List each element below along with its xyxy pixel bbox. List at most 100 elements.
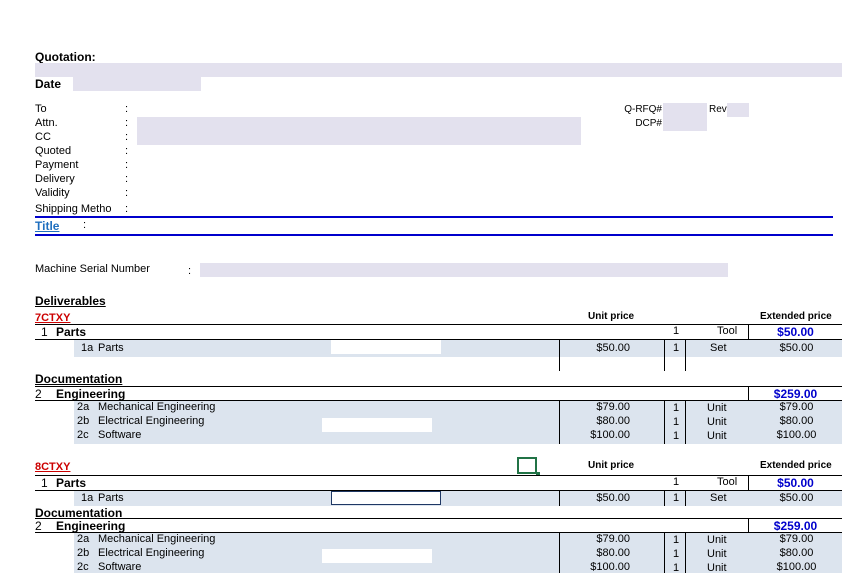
eng-item-qty: 1 — [673, 430, 680, 442]
parts-item-input[interactable] — [331, 491, 441, 505]
parts-item-price: $50.00 — [596, 342, 630, 354]
parts-item-unit: Set — [710, 342, 727, 354]
eng-item-ext: $79.00 — [779, 533, 814, 545]
eng-item-num: 2a — [77, 401, 90, 413]
eng-item-num: 2c — [77, 561, 89, 573]
eng-item-ext: $100.00 — [776, 561, 817, 573]
eng-item-price: $80.00 — [596, 547, 630, 559]
eng-item-qty: 1 — [673, 534, 680, 546]
eng-item-qty: 1 — [673, 402, 680, 414]
colon: : — [125, 145, 129, 157]
date-label: Date — [35, 77, 62, 91]
parts-item-band — [74, 340, 842, 357]
engineering-num: 2 — [35, 387, 42, 401]
quotation-field[interactable] — [35, 63, 842, 77]
eng-item-num: 2b — [77, 415, 90, 427]
parts-item-name: Parts — [98, 492, 124, 504]
eng-item-unit: Unit — [707, 402, 727, 414]
parts-qty: 1 — [673, 325, 680, 337]
rev-field[interactable] — [727, 103, 749, 117]
eng-item-num: 2b — [77, 547, 90, 559]
eng-item-price: $100.00 — [590, 561, 630, 573]
parts-num: 1 — [41, 476, 48, 490]
rev-label: Rev — [709, 104, 727, 115]
parts-item-blank — [331, 340, 441, 354]
documentation-label: Documentation — [35, 372, 123, 386]
machine-serial-label: Machine Serial Number — [35, 263, 150, 275]
title-bottom-rule — [35, 234, 833, 236]
engineering-total: $259.00 — [773, 387, 818, 401]
parts-item-qty: 1 — [673, 492, 680, 504]
parts-total: $50.00 — [777, 476, 814, 490]
unit-price-header: Unit price — [588, 460, 635, 471]
qrfq-field[interactable] — [663, 103, 707, 117]
engineering-num: 2 — [35, 519, 42, 533]
parts-num: 1 — [41, 325, 48, 339]
machine-serial-field[interactable] — [200, 263, 728, 277]
title-top-rule — [35, 216, 833, 218]
colon: : — [125, 203, 129, 215]
parts-item-ext: $50.00 — [779, 342, 814, 354]
eng-item-num: 2c — [77, 429, 89, 441]
parts-item-num: 1a — [81, 342, 94, 354]
colon: : — [125, 117, 129, 129]
eng-item-price: $100.00 — [590, 429, 630, 441]
extended-price-header: Extended price — [760, 460, 832, 471]
parts-qty: 1 — [673, 476, 680, 488]
title-colon: : — [83, 219, 87, 231]
selected-cell[interactable] — [517, 457, 537, 474]
eng-item-qty: 1 — [673, 416, 680, 428]
cc-label: CC — [35, 131, 51, 143]
dcp-label: DCP# — [635, 118, 662, 129]
parts-name: Parts — [56, 325, 87, 339]
date-field[interactable] — [73, 77, 201, 91]
eng-item-qty: 1 — [673, 562, 680, 574]
parts-item-ext: $50.00 — [779, 492, 814, 504]
unit-price-header: Unit price — [588, 311, 635, 322]
shipping-method-label: Shipping Metho — [35, 203, 112, 215]
parts-item-name: Parts — [98, 342, 124, 354]
quoted-label: Quoted — [35, 145, 72, 157]
engineering-name: Engineering — [56, 519, 126, 533]
eng-item-price: $80.00 — [596, 415, 630, 427]
eng-item-unit: Unit — [707, 534, 727, 546]
parts-unit: Tool — [717, 325, 738, 337]
parts-name: Parts — [56, 476, 87, 490]
eng-item-price: $79.00 — [596, 533, 630, 545]
eng-item-price: $79.00 — [596, 401, 630, 413]
validity-label: Validity — [35, 187, 70, 199]
eng-item-qty: 1 — [673, 548, 680, 560]
eng-item-unit: Unit — [707, 548, 727, 560]
eng-item-name: Software — [98, 429, 142, 441]
engineering-total: $259.00 — [773, 519, 818, 533]
eng-item-name: Electrical Engineering — [98, 547, 205, 559]
eng-item-name: Mechanical Engineering — [98, 401, 216, 413]
eng-item-ext: $79.00 — [779, 401, 814, 413]
parts-item-unit: Set — [710, 492, 727, 504]
parts-unit: Tool — [717, 476, 738, 488]
machine-serial-colon: : — [188, 265, 192, 277]
colon: : — [125, 159, 129, 171]
eng-item-unit: Unit — [707, 416, 727, 428]
eng-item-blank — [322, 418, 432, 432]
eng-item-unit: Unit — [707, 430, 727, 442]
title-label[interactable]: Title — [35, 219, 59, 233]
attn-cc-field[interactable] — [137, 117, 581, 145]
section-code: 7CTXY — [35, 312, 71, 324]
parts-item-qty: 1 — [673, 342, 680, 354]
attn-label: Attn. — [35, 117, 58, 129]
qrfq-label: Q-RFQ# — [624, 104, 662, 115]
extended-price-header: Extended price — [760, 311, 832, 322]
dcp-field[interactable] — [663, 117, 707, 131]
eng-item-blank — [322, 549, 432, 563]
colon: : — [125, 131, 129, 143]
deliverables-label: Deliverables — [35, 294, 106, 308]
eng-item-num: 2a — [77, 533, 90, 545]
eng-item-name: Mechanical Engineering — [98, 533, 216, 545]
eng-item-ext: $80.00 — [779, 415, 814, 427]
eng-item-ext: $100.00 — [776, 429, 817, 441]
delivery-label: Delivery — [35, 173, 75, 185]
section-code: 8CTXY — [35, 461, 71, 473]
eng-item-unit: Unit — [707, 562, 727, 574]
eng-item-name: Software — [98, 561, 142, 573]
